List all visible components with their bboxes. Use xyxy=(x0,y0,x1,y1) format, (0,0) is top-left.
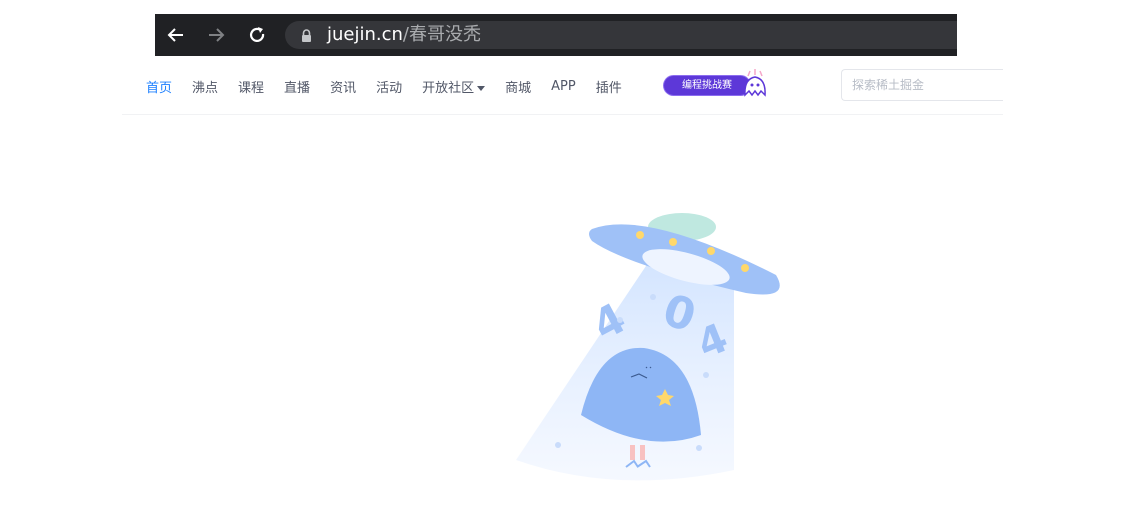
forward-button[interactable] xyxy=(200,14,232,56)
main-nav: 首页 沸点 课程 直播 资讯 活动 开放社区 商城 APP 插件 xyxy=(146,58,642,114)
nav-item-home[interactable]: 首页 xyxy=(146,77,172,96)
nav-item-courses[interactable]: 课程 xyxy=(238,77,264,96)
search-input[interactable] xyxy=(841,69,1003,101)
url-host: juejin.cn xyxy=(327,24,403,45)
monster-decoration-icon xyxy=(744,69,766,97)
lock-icon xyxy=(302,29,311,42)
url-text: juejin.cn/春哥没秃 xyxy=(327,24,481,46)
url-path: /春哥没秃 xyxy=(402,24,481,45)
nav-item-news[interactable]: 资讯 xyxy=(330,77,356,96)
browser-toolbar: juejin.cn/春哥没秃 xyxy=(155,14,957,56)
nav-item-pins[interactable]: 沸点 xyxy=(192,77,218,96)
forward-arrow-icon xyxy=(209,28,225,42)
nav-item-open-community[interactable]: 开放社区 xyxy=(422,77,486,96)
back-button[interactable] xyxy=(160,14,192,56)
back-arrow-icon xyxy=(167,28,183,42)
challenge-badge[interactable]: 编程挑战赛 xyxy=(664,69,770,97)
caret-down-icon xyxy=(477,85,486,91)
site-header: 首页 沸点 课程 直播 资讯 活动 开放社区 商城 APP 插件 编程挑战赛 xyxy=(122,58,1003,115)
nav-item-app[interactable]: APP xyxy=(551,79,576,94)
404-ufo-illustration: 4 0 4 xyxy=(516,213,780,481)
nav-item-open-community-label: 开放社区 xyxy=(422,80,475,96)
nav-item-shop[interactable]: 商城 xyxy=(505,77,531,96)
reload-icon xyxy=(249,27,265,42)
challenge-badge-label: 编程挑战赛 xyxy=(664,76,750,95)
nav-item-events[interactable]: 活动 xyxy=(376,77,402,96)
reload-button[interactable] xyxy=(241,14,273,56)
nav-item-extension[interactable]: 插件 xyxy=(596,77,622,96)
nav-item-live[interactable]: 直播 xyxy=(284,77,310,96)
address-bar[interactable]: juejin.cn/春哥没秃 xyxy=(285,21,957,49)
